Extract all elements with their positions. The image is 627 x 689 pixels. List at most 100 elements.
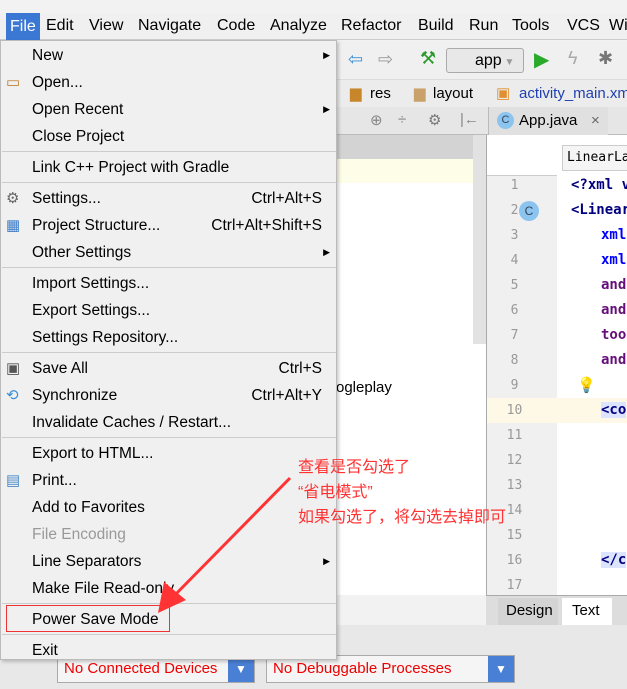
menu-item-export-to-html[interactable]: Export to HTML...	[1, 440, 336, 467]
shortcut-label: Ctrl+Alt+S	[251, 190, 322, 207]
locate-icon[interactable]: ⊕	[370, 111, 383, 129]
menu-item-label: File Encoding	[32, 526, 126, 543]
tree-item-label[interactable]: ogleplay	[336, 379, 392, 396]
menu-item-export-settings[interactable]: Export Settings...	[1, 297, 336, 324]
line-number: 6	[510, 303, 519, 318]
submenu-arrow-icon: ▶	[323, 247, 330, 257]
line-number: 5	[510, 278, 519, 293]
back-icon[interactable]: ⇦	[348, 49, 363, 70]
menu-item-label: Save All	[32, 360, 89, 377]
menu-code[interactable]: Code	[217, 17, 255, 35]
code-line: </c	[601, 552, 627, 568]
run-config-select[interactable]: app ▼	[446, 48, 524, 73]
menu-item-label: Add to Favorites	[32, 499, 145, 516]
menu-item-open-recent[interactable]: Open Recent ▶	[1, 96, 336, 123]
line-number: 15	[506, 528, 523, 543]
line-number: 9	[510, 378, 519, 393]
tab-design[interactable]: Design	[498, 598, 558, 625]
code-line: <?xml v	[571, 177, 627, 193]
close-icon[interactable]: ×	[591, 112, 600, 129]
menu-item-label: Export Settings...	[32, 302, 151, 319]
code-line: <Linear	[571, 202, 627, 218]
menu-item-label: Exit	[32, 642, 58, 659]
folder-icon: ▆	[350, 85, 362, 102]
menu-separator	[2, 437, 336, 438]
menu-item-exit[interactable]: Exit	[1, 637, 336, 664]
menu-view[interactable]: View	[89, 17, 123, 35]
menu-separator	[2, 634, 336, 635]
line-number: 8	[510, 353, 519, 368]
line-number: 3	[510, 228, 519, 243]
menu-item-invalidate-caches-restart[interactable]: Invalidate Caches / Restart...	[1, 409, 336, 436]
menu-separator	[2, 267, 336, 268]
menu-bar: File Edit View Navigate Code Analyze Ref…	[0, 13, 627, 40]
menu-refactor[interactable]: Refactor	[341, 17, 401, 35]
menu-build[interactable]: Build	[418, 17, 454, 35]
menu-navigate[interactable]: Navigate	[138, 17, 201, 35]
save-icon: ▣	[6, 360, 21, 377]
menu-item-label: Project Structure...	[32, 217, 161, 234]
line-number: 16	[506, 553, 523, 568]
forward-icon[interactable]: ⇨	[378, 49, 393, 70]
menu-file[interactable]: File	[6, 13, 40, 40]
xml-file-icon: ▣	[496, 85, 511, 102]
code-line: too	[601, 327, 627, 343]
code-line: xml	[601, 252, 627, 268]
tab-label: App.java	[519, 112, 578, 129]
menu-item-other-settings[interactable]: Other Settings ▶	[1, 239, 336, 266]
hide-icon[interactable]: |←	[460, 111, 479, 128]
class-gutter-icon[interactable]: C	[519, 201, 539, 221]
menu-tools[interactable]: Tools	[512, 17, 549, 35]
menu-item-project-structure[interactable]: ▦ Project Structure... Ctrl+Alt+Shift+S	[1, 212, 336, 239]
chevron-down-icon: ▼	[488, 656, 514, 682]
menu-item-import-settings[interactable]: Import Settings...	[1, 270, 336, 297]
menu-run[interactable]: Run	[469, 17, 498, 35]
line-number: 11	[506, 428, 523, 443]
gear-icon[interactable]: ⚙	[428, 111, 441, 129]
menu-item-label: Open Recent	[32, 101, 124, 118]
toolbar: ⇦ ⇨ ⚒ app ▼ ▶ ϟ ✱	[336, 41, 627, 79]
menu-item-synchronize[interactable]: ⟲ Synchronize Ctrl+Alt+Y	[1, 382, 336, 409]
run-icon[interactable]: ▶	[534, 47, 549, 72]
menu-item-label: New	[32, 47, 64, 64]
debug-icon[interactable]: ✱	[598, 48, 613, 69]
menu-separator	[2, 151, 336, 152]
build-hammer-icon[interactable]: ⚒	[420, 48, 436, 69]
menu-window[interactable]: Wi	[609, 17, 627, 35]
shortcut-label: Ctrl+Alt+Shift+S	[211, 217, 322, 234]
breadcrumb-res[interactable]: res	[370, 85, 391, 102]
menu-edit[interactable]: Edit	[46, 17, 74, 35]
menu-item-close-project[interactable]: Close Project	[1, 123, 336, 150]
breadcrumb-file[interactable]: activity_main.xml	[519, 85, 627, 102]
tab-text[interactable]: Text	[562, 598, 612, 626]
menu-item-settings[interactable]: ⚙ Settings... Ctrl+Alt+S	[1, 185, 336, 212]
annotation-text: 查看是否勾选了 “省电模式” 如果勾选了，将勾选去掉即可	[298, 455, 506, 530]
menu-item-new[interactable]: New ▶	[1, 42, 336, 69]
menu-item-open[interactable]: ▭ Open...	[1, 69, 336, 96]
submenu-arrow-icon: ▶	[323, 556, 330, 566]
annotation-arrow	[158, 476, 292, 613]
menu-item-label: Settings...	[32, 190, 101, 207]
scrollbar[interactable]	[473, 135, 486, 344]
line-number: 17	[506, 578, 523, 593]
line-number: 10	[506, 403, 523, 418]
menu-item-settings-repository[interactable]: Settings Repository...	[1, 324, 336, 351]
code-editor[interactable]: LinearLayout 1<?xml v2<Linear3xml4xml5an…	[486, 135, 627, 595]
tag-breadcrumb[interactable]: LinearLayout	[562, 145, 627, 171]
code-line: and	[601, 352, 627, 368]
menu-separator	[2, 182, 336, 183]
lightbulb-icon[interactable]: 💡	[577, 376, 596, 394]
menu-analyze[interactable]: Analyze	[270, 17, 327, 35]
apply-changes-icon[interactable]: ϟ	[568, 48, 578, 69]
menu-item-save-all[interactable]: ▣ Save All Ctrl+S	[1, 355, 336, 382]
menu-vcs[interactable]: VCS	[567, 17, 600, 35]
menu-item-link-c-project-with-gradle[interactable]: Link C++ Project with Gradle	[1, 154, 336, 181]
annotation-line: 查看是否勾选了	[298, 459, 411, 476]
wrench-icon: ⚙	[6, 190, 20, 207]
menu-item-label: Export to HTML...	[32, 445, 154, 462]
highlight-box	[6, 605, 170, 632]
collapse-icon[interactable]: ÷	[398, 111, 406, 128]
breadcrumb-layout[interactable]: layout	[433, 85, 473, 102]
tab-app-java[interactable]: C App.java ×	[488, 107, 608, 135]
printer-icon: ▤	[6, 472, 21, 489]
